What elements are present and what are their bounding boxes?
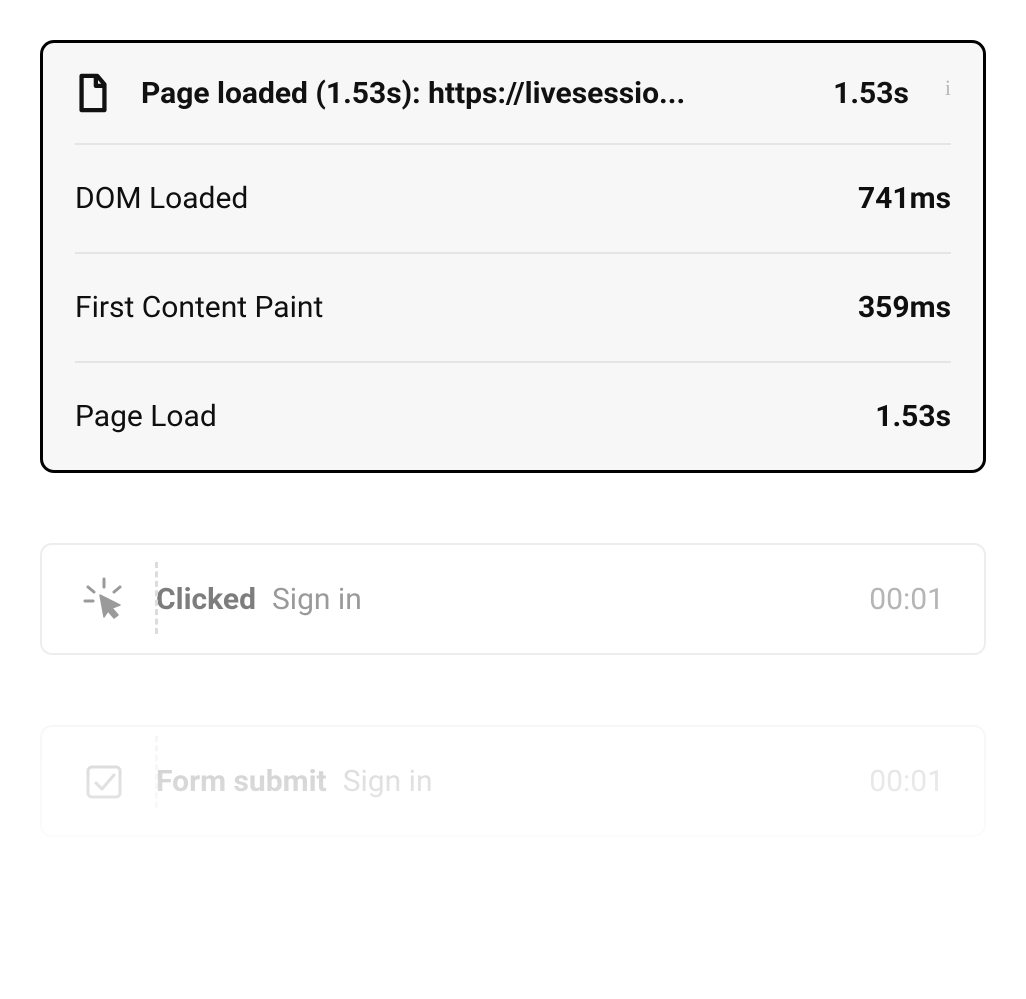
event-text: Form submit Sign in <box>156 764 839 799</box>
form-submit-event-card[interactable]: Form submit Sign in 00:01 <box>40 725 986 837</box>
metric-value: 741ms <box>858 181 951 216</box>
metric-row-page-load: Page Load 1.53s <box>75 361 951 470</box>
metric-value: 359ms <box>858 290 951 325</box>
metric-label: DOM Loaded <box>75 181 248 216</box>
metric-row-fcp: First Content Paint 359ms <box>75 252 951 361</box>
form-submit-icon <box>82 759 126 803</box>
event-target: Sign in <box>272 582 362 617</box>
event-time: 00:01 <box>869 582 944 617</box>
event-action: Form submit <box>156 764 327 799</box>
metric-label: First Content Paint <box>75 290 323 325</box>
timeline-connector <box>155 562 158 634</box>
metric-value: 1.53s <box>875 399 951 434</box>
info-icon[interactable]: i <box>945 77 951 99</box>
page-icon <box>75 73 111 113</box>
event-action: Clicked <box>156 582 256 617</box>
event-text: Clicked Sign in <box>156 582 839 617</box>
page-loaded-header: Page loaded (1.53s): https://livesessio.… <box>75 43 951 143</box>
page-loaded-title: Page loaded (1.53s): https://livesessio.… <box>141 76 803 111</box>
metric-label: Page Load <box>75 399 217 434</box>
page-loaded-event-card[interactable]: Page loaded (1.53s): https://livesessio.… <box>40 40 986 473</box>
event-time: 00:01 <box>869 764 944 799</box>
metric-row-dom-loaded: DOM Loaded 741ms <box>75 143 951 252</box>
page-loaded-duration: 1.53s <box>833 76 909 111</box>
event-target: Sign in <box>343 764 433 799</box>
clicked-event-card[interactable]: Clicked Sign in 00:01 <box>40 543 986 655</box>
click-icon <box>82 577 126 621</box>
session-timeline-viewport: Page loaded (1.53s): https://livesessio.… <box>0 0 1026 999</box>
